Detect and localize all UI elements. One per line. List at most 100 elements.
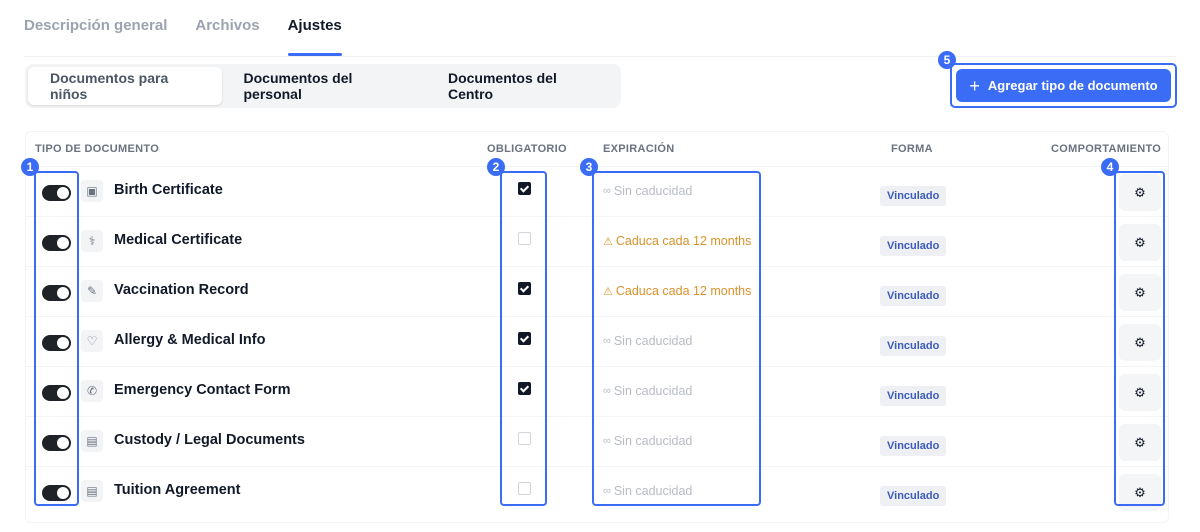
expiration-text: Caduca cada 12 months — [615, 284, 752, 298]
required-checkbox[interactable] — [518, 182, 531, 195]
infinity-icon: ∞ — [603, 435, 611, 447]
settings-gear-button[interactable]: ⚙ — [1119, 324, 1161, 361]
settings-gear-button[interactable]: ⚙ — [1119, 174, 1161, 211]
tab-settings[interactable]: Ajustes — [287, 0, 342, 56]
table-row: ▤ Custody / Legal Documents ∞ Sin caducidad… — [26, 416, 1168, 466]
form-badge: Vinculado — [880, 436, 947, 456]
table-row: ▤ Tuition Agreement ∞ Sin caducidad Vinculad… — [26, 466, 1168, 516]
expiration-text: Caduca cada 12 months — [615, 234, 752, 248]
column-header-form: FORMA — [891, 143, 933, 155]
expiration-status: ∞ Sin caducidad — [603, 384, 692, 398]
subtab-center-documents[interactable]: Documentos del Centro — [426, 67, 618, 105]
table-header: TIPO DE DOCUMENTO OBLIGATORIO EXPIRACIÓN… — [26, 132, 1168, 166]
table-row: ✎ Vaccination Record ⚠ Caduca cada 12 month… — [26, 266, 1168, 316]
infinity-icon: ∞ — [603, 185, 611, 197]
expiration-text: Sin caducidad — [613, 434, 693, 448]
gear-icon: ⚙ — [1134, 234, 1146, 250]
warning-icon: ⚠ — [603, 235, 613, 248]
expiration-text: Sin caducidad — [613, 484, 693, 498]
column-header-required: OBLIGATORIO — [487, 143, 567, 155]
enabled-toggle[interactable] — [42, 335, 71, 351]
settings-gear-button[interactable]: ⚙ — [1119, 224, 1161, 261]
subtab-staff-documents[interactable]: Documentos del personal — [222, 67, 426, 105]
settings-gear-button[interactable]: ⚙ — [1119, 424, 1161, 461]
expiration-status: ∞ Sin caducidad — [603, 484, 692, 498]
annotation-badge-5: 5 — [938, 51, 956, 69]
tab-overview[interactable]: Descripción general — [24, 0, 167, 56]
annotation-badge-1: 1 — [21, 158, 39, 176]
expiration-status: ⚠ Caduca cada 12 months — [603, 284, 751, 298]
form-badge: Vinculado — [880, 336, 947, 356]
expiration-status: ∞ Sin caducidad — [603, 434, 692, 448]
document-type-name: Medical Certificate — [114, 232, 243, 248]
column-header-expiration: EXPIRACIÓN — [603, 143, 675, 155]
syringe-icon: ✎ — [81, 280, 103, 302]
settings-gear-button[interactable]: ⚙ — [1119, 274, 1161, 311]
document-icon: ▤ — [81, 430, 103, 452]
required-checkbox[interactable] — [518, 282, 531, 295]
expiration-status: ∞ Sin caducidad — [603, 334, 692, 348]
add-button-label: Agregar tipo de documento — [987, 78, 1158, 93]
expiration-status: ⚠ Caduca cada 12 months — [603, 234, 751, 248]
tabs-divider — [24, 56, 1176, 57]
form-badge: Vinculado — [880, 236, 947, 256]
settings-gear-button[interactable]: ⚙ — [1119, 374, 1161, 411]
document-types-table: TIPO DE DOCUMENTO OBLIGATORIO EXPIRACIÓN… — [25, 131, 1169, 523]
enabled-toggle[interactable] — [42, 485, 71, 501]
settings-gear-button[interactable]: ⚙ — [1119, 474, 1161, 511]
table-row: ▣ Birth Certificate ∞ Sin caducidad Vinculad… — [26, 166, 1168, 216]
document-type-name: Emergency Contact Form — [114, 382, 291, 398]
add-button-highlight: + Agregar tipo de documento — [950, 63, 1177, 108]
infinity-icon: ∞ — [603, 335, 611, 347]
expiration-text: Sin caducidad — [613, 384, 693, 398]
phone-icon: ✆ — [81, 380, 103, 402]
document-type-name: Birth Certificate — [114, 182, 223, 198]
gear-icon: ⚙ — [1134, 434, 1146, 450]
plus-icon: + — [969, 75, 980, 96]
form-badge: Vinculado — [880, 386, 947, 406]
heart-icon: ♡ — [81, 330, 103, 352]
gear-icon: ⚙ — [1134, 184, 1146, 200]
enabled-toggle[interactable] — [42, 235, 71, 251]
document-category-tabs: Documentos para niños Documentos del per… — [25, 64, 621, 108]
table-row: ✆ Emergency Contact Form ∞ Sin caducidad Vin… — [26, 366, 1168, 416]
table-row: ♡ Allergy & Medical Info ∞ Sin caducidad Vin… — [26, 316, 1168, 366]
required-checkbox[interactable] — [518, 432, 531, 445]
add-document-type-button[interactable]: + Agregar tipo de documento — [956, 69, 1171, 102]
enabled-toggle[interactable] — [42, 185, 71, 201]
document-type-name: Tuition Agreement — [114, 482, 241, 498]
enabled-toggle[interactable] — [42, 385, 71, 401]
column-header-type: TIPO DE DOCUMENTO — [35, 143, 160, 155]
top-tabs: Descripción general Archivos Ajustes — [24, 0, 342, 56]
subtab-children-documents[interactable]: Documentos para niños — [28, 67, 222, 105]
infinity-icon: ∞ — [603, 385, 611, 397]
form-badge: Vinculado — [880, 486, 947, 506]
annotation-badge-2: 2 — [487, 158, 505, 176]
required-checkbox[interactable] — [518, 232, 531, 245]
column-header-behavior: COMPORTAMIENTO — [1051, 143, 1162, 155]
required-checkbox[interactable] — [518, 482, 531, 495]
expiration-text: Sin caducidad — [613, 334, 693, 348]
id-card-icon: ▣ — [81, 180, 103, 202]
document-type-name: Custody / Legal Documents — [114, 432, 305, 448]
document-icon: ▤ — [81, 480, 103, 502]
required-checkbox[interactable] — [518, 382, 531, 395]
enabled-toggle[interactable] — [42, 435, 71, 451]
annotation-badge-3: 3 — [580, 158, 598, 176]
document-type-name: Vaccination Record — [114, 282, 249, 298]
warning-icon: ⚠ — [603, 285, 613, 298]
infinity-icon: ∞ — [603, 485, 611, 497]
form-badge: Vinculado — [880, 286, 947, 306]
table-row: ⚕ Medical Certificate ⚠ Caduca cada 12 mont… — [26, 216, 1168, 266]
tab-files[interactable]: Archivos — [195, 0, 259, 56]
enabled-toggle[interactable] — [42, 285, 71, 301]
expiration-status: ∞ Sin caducidad — [603, 184, 692, 198]
expiration-text: Sin caducidad — [613, 184, 693, 198]
gear-icon: ⚙ — [1134, 284, 1146, 300]
form-badge: Vinculado — [880, 186, 947, 206]
gear-icon: ⚙ — [1134, 384, 1146, 400]
required-checkbox[interactable] — [518, 332, 531, 345]
annotation-badge-4: 4 — [1101, 158, 1119, 176]
gear-icon: ⚙ — [1134, 334, 1146, 350]
gear-icon: ⚙ — [1134, 484, 1146, 500]
